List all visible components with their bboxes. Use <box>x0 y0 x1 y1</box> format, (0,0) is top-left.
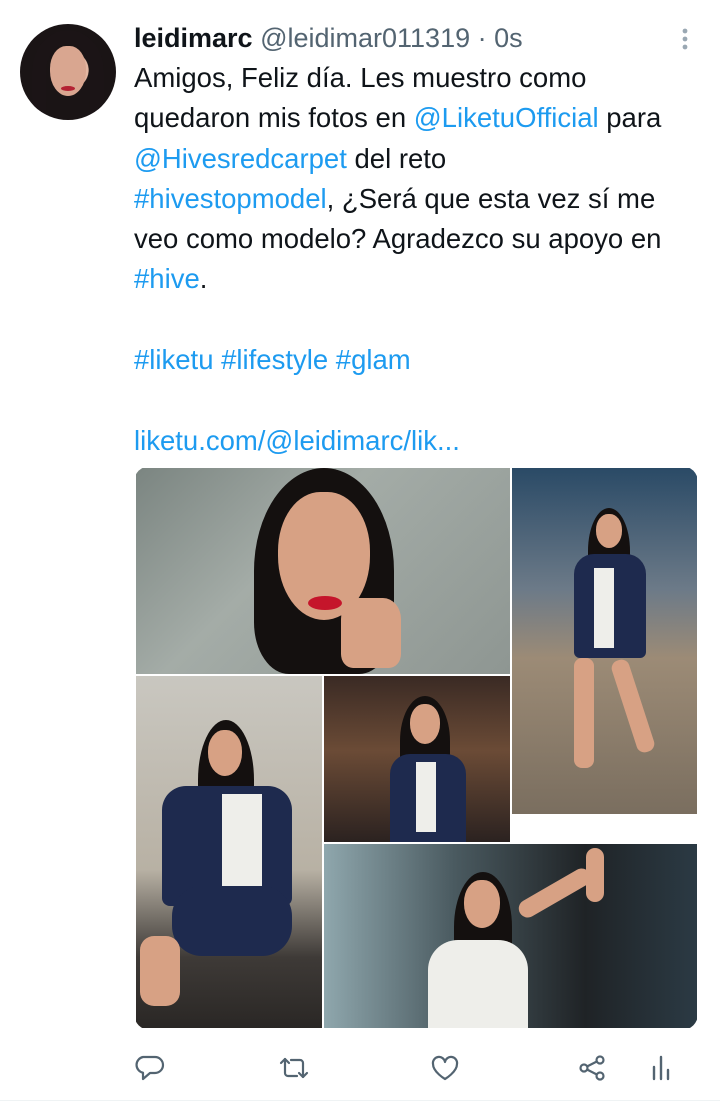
hashtag-liketu[interactable]: #liketu <box>134 344 214 375</box>
tweet-paragraph-2: #liketu #lifestyle #glam <box>134 340 706 380</box>
photo-face <box>208 730 242 776</box>
photo-2[interactable] <box>512 468 697 814</box>
tweet-text: Amigos, Feliz día. Les muestro como qued… <box>134 58 706 461</box>
timestamp[interactable]: 0s <box>494 23 523 53</box>
more-options-icon[interactable] <box>676 26 694 50</box>
photo-blouse <box>594 568 614 648</box>
photo-lips <box>308 596 342 610</box>
reply-button[interactable] <box>130 1048 170 1088</box>
photo-hand <box>341 598 401 668</box>
photo-arm <box>140 936 180 1006</box>
photo-4[interactable] <box>324 676 510 842</box>
mention-hivesredcarpet[interactable]: @Hivesredcarpet <box>134 143 347 174</box>
photo-face <box>410 704 440 744</box>
avatar-lips <box>61 86 75 91</box>
retweet-button[interactable] <box>274 1048 314 1088</box>
photo-1[interactable] <box>136 468 510 674</box>
analytics-button[interactable] <box>641 1048 681 1088</box>
text-segment: para <box>598 102 662 134</box>
hashtag-hivestopmodel[interactable]: #hivestopmodel <box>134 183 327 214</box>
tweet-actions <box>0 1048 720 1088</box>
tweet-divider <box>0 1100 720 1101</box>
photo-face <box>596 514 622 548</box>
hashtag-hive[interactable]: #hive <box>134 263 200 294</box>
like-button[interactable] <box>425 1048 465 1088</box>
photo-arm <box>515 865 594 921</box>
tweet-paragraph-3: liketu.com/@leidimarc/lik... <box>134 421 706 461</box>
photo-leg <box>609 657 657 755</box>
share-icon <box>576 1053 608 1083</box>
photo-hand <box>586 848 604 902</box>
mention-liketuofficial[interactable]: @LiketuOfficial <box>414 102 599 133</box>
heart-icon <box>430 1054 460 1082</box>
user-handle[interactable]: @leidimar011319 <box>260 23 470 53</box>
photo-blouse <box>416 762 436 832</box>
hashtag-lifestyle[interactable]: #lifestyle <box>221 344 328 375</box>
text-segment: . <box>199 263 208 295</box>
header-separator: · <box>477 23 487 53</box>
text-segment: del reto <box>346 142 447 174</box>
photo-collage[interactable] <box>134 466 698 1030</box>
photo-3[interactable] <box>136 676 322 1028</box>
photo-face <box>464 880 500 928</box>
photo-skirt <box>172 886 292 956</box>
tweet-header: leidimarc @leidimar011319 · 0s <box>134 22 523 54</box>
analytics-icon <box>649 1053 673 1083</box>
reply-icon <box>135 1053 165 1083</box>
tweet[interactable]: leidimarc @leidimar011319 · 0s Amigos, F… <box>0 0 720 1109</box>
retweet-icon <box>277 1053 311 1083</box>
display-name[interactable]: leidimarc <box>134 23 253 53</box>
tweet-paragraph-1: Amigos, Feliz día. Les muestro como qued… <box>134 58 706 300</box>
external-link[interactable]: liketu.com/@leidimarc/lik... <box>134 425 460 456</box>
photo-leg <box>574 658 594 768</box>
avatar[interactable] <box>20 24 116 120</box>
photo-5[interactable] <box>324 844 697 1028</box>
hashtag-glam[interactable]: #glam <box>336 344 411 375</box>
share-button[interactable] <box>572 1048 612 1088</box>
photo-blouse <box>428 940 528 1028</box>
